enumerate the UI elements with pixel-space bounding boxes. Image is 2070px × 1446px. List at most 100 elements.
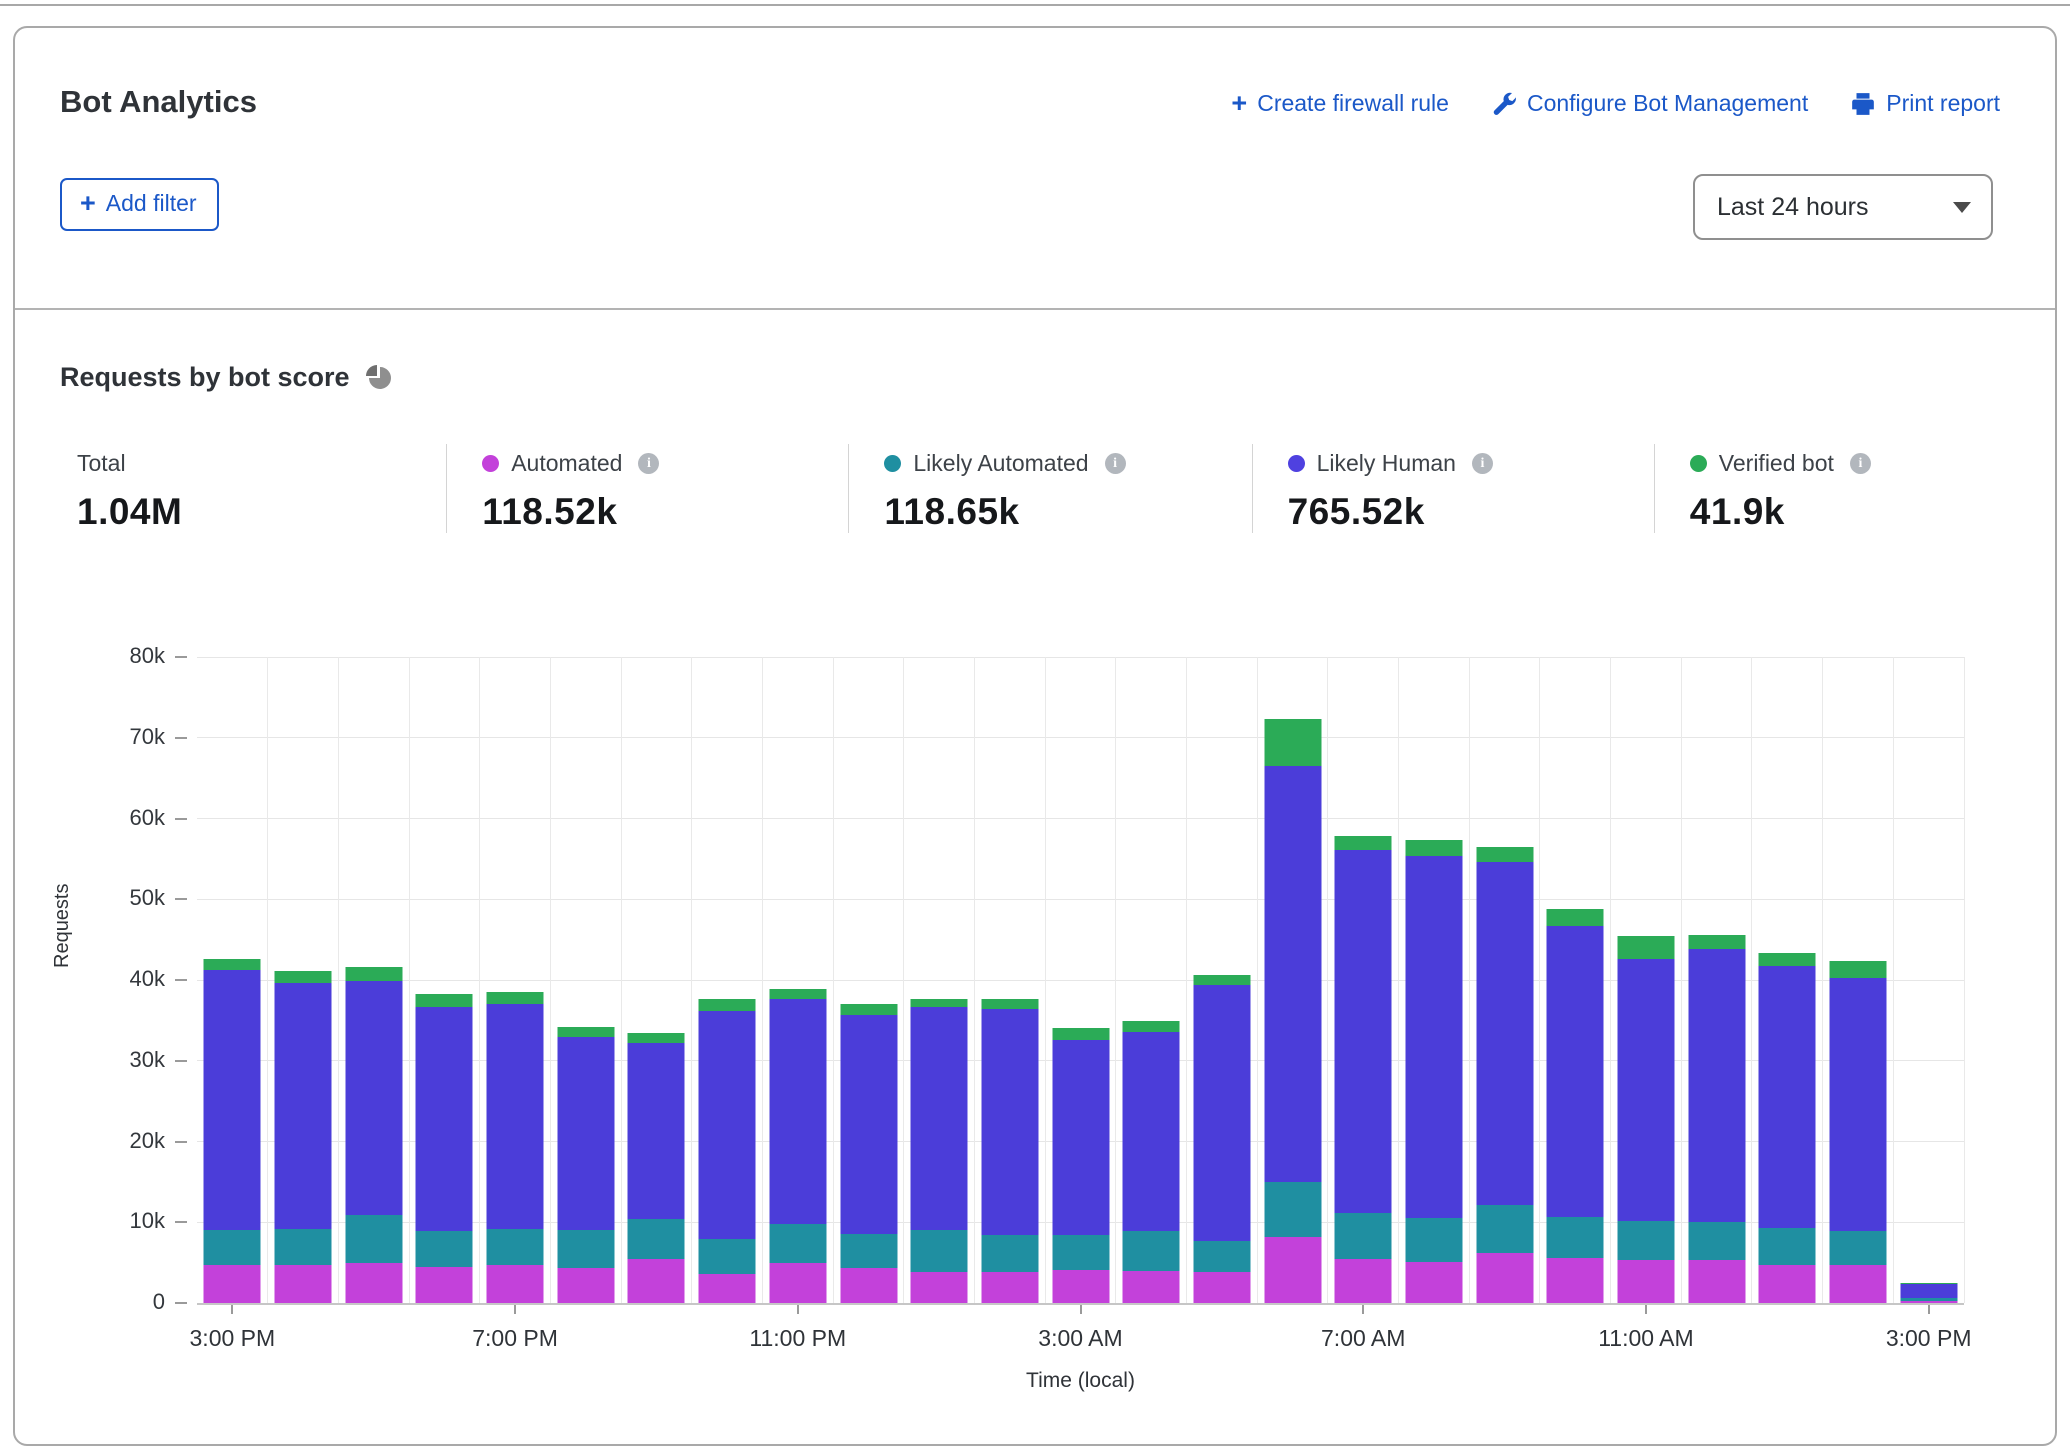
info-icon[interactable]: i <box>1472 453 1493 474</box>
bar-segment-likely-automated <box>1052 1235 1109 1270</box>
stacked-bar-900am[interactable] <box>1476 847 1533 1303</box>
y-axis-tick <box>175 656 187 658</box>
bar-segment-likely-human <box>1547 926 1604 1218</box>
bar-segment-automated <box>628 1259 685 1303</box>
bar-cell <box>338 657 409 1303</box>
print-report-link[interactable]: Print report <box>1850 90 2000 117</box>
header-actions: + Create firewall rule Configure Bot Man… <box>1231 90 2000 117</box>
section-title-row: Requests by bot score <box>60 362 392 393</box>
bar-segment-automated <box>840 1268 897 1303</box>
create-firewall-rule-label: Create firewall rule <box>1257 90 1449 117</box>
stacked-bar-700am[interactable] <box>1335 836 1392 1303</box>
bar-cell <box>1257 657 1328 1303</box>
bar-segment-likely-human <box>1900 1284 1957 1299</box>
x-axis-tick <box>231 1305 233 1314</box>
time-range-dropdown[interactable]: Last 24 hours <box>1693 174 1993 240</box>
bar-segment-likely-human <box>1830 978 1887 1232</box>
create-firewall-rule-link[interactable]: + Create firewall rule <box>1231 90 1449 117</box>
x-axis-tick <box>1362 1305 1364 1314</box>
stat-likely-automated-value: 118.65k <box>884 491 1251 533</box>
y-axis-label: 10k <box>95 1208 165 1234</box>
bar-segment-likely-automated <box>981 1235 1038 1271</box>
y-axis-tick <box>175 979 187 981</box>
stacked-bar-1000pm[interactable] <box>699 999 756 1303</box>
x-axis-title: Time (local) <box>931 1369 1231 1393</box>
stacked-bar-400am[interactable] <box>1123 1021 1180 1303</box>
stacked-bar-100am[interactable] <box>911 999 968 1303</box>
stat-likely-human-value: 765.52k <box>1288 491 1654 533</box>
y-axis-tick <box>175 818 187 820</box>
stacked-bar-300pm[interactable] <box>1900 1283 1957 1303</box>
bar-segment-verified-bot <box>345 967 402 981</box>
bar-segment-likely-human <box>204 970 261 1230</box>
bar-segment-automated <box>1264 1237 1321 1303</box>
stacked-bar-1200am[interactable] <box>840 1004 897 1303</box>
x-axis-label: 3:00 PM <box>152 1325 312 1352</box>
bar-cell <box>1823 657 1894 1303</box>
stacked-bar-600am[interactable] <box>1264 719 1321 1303</box>
x-axis-label: 11:00 AM <box>1566 1325 1726 1352</box>
stacked-bar-800am[interactable] <box>1406 840 1463 1303</box>
bar-segment-likely-automated <box>911 1230 968 1272</box>
bar-segment-verified-bot <box>628 1033 685 1043</box>
stacked-bar-1000am[interactable] <box>1547 909 1604 1303</box>
info-icon[interactable]: i <box>1105 453 1126 474</box>
bar-segment-verified-bot <box>699 999 756 1010</box>
y-axis-label: 20k <box>95 1128 165 1154</box>
bar-cell <box>268 657 339 1303</box>
stacked-bar-700pm[interactable] <box>487 992 544 1303</box>
bar-segment-automated <box>699 1274 756 1303</box>
y-axis-label: 50k <box>95 885 165 911</box>
stacked-bar-1100am[interactable] <box>1618 936 1675 1303</box>
bar-segment-verified-bot <box>1193 975 1250 985</box>
stacked-bar-600pm[interactable] <box>416 994 473 1303</box>
y-axis-tick <box>175 898 187 900</box>
bar-segment-verified-bot <box>1476 847 1533 862</box>
bar-segment-verified-bot <box>769 989 826 999</box>
stacked-bar-500am[interactable] <box>1193 975 1250 1303</box>
y-axis-tick <box>175 1060 187 1062</box>
bar-segment-likely-automated <box>1406 1218 1463 1262</box>
stat-total: Total 1.04M <box>15 444 446 533</box>
bar-segment-likely-automated <box>699 1239 756 1274</box>
stat-likely-automated-label: Likely Automated <box>913 450 1088 477</box>
bar-segment-automated <box>981 1272 1038 1303</box>
add-filter-button[interactable]: + Add filter <box>60 178 219 231</box>
stat-verified-bot: Verified bot i 41.9k <box>1654 444 2055 533</box>
bar-segment-automated <box>487 1265 544 1303</box>
y-axis-label: 40k <box>95 966 165 992</box>
bar-segment-automated <box>769 1263 826 1303</box>
bar-segment-automated <box>1830 1265 1887 1303</box>
bar-segment-verified-bot <box>1052 1028 1109 1040</box>
bar-segment-verified-bot <box>487 992 544 1004</box>
bar-segment-likely-automated <box>1264 1182 1321 1237</box>
stacked-bar-800pm[interactable] <box>557 1027 614 1303</box>
bar-segment-likely-human <box>1688 949 1745 1222</box>
x-axis-tick <box>1928 1305 1930 1314</box>
stacked-bar-1200pm[interactable] <box>1688 935 1745 1303</box>
stat-likely-human-label: Likely Human <box>1317 450 1456 477</box>
bar-segment-verified-bot <box>1759 953 1816 967</box>
stacked-bar-200am[interactable] <box>981 999 1038 1303</box>
y-axis-tick <box>175 737 187 739</box>
stacked-bar-100pm[interactable] <box>1759 953 1816 1303</box>
stacked-bar-400pm[interactable] <box>275 971 332 1303</box>
bar-cell <box>197 657 268 1303</box>
stacked-bar-900pm[interactable] <box>628 1033 685 1303</box>
stacked-bar-300pm[interactable] <box>204 959 261 1303</box>
configure-bot-management-link[interactable]: Configure Bot Management <box>1491 90 1808 117</box>
info-icon[interactable]: i <box>638 453 659 474</box>
bar-segment-likely-automated <box>1547 1217 1604 1257</box>
info-icon[interactable]: i <box>1850 453 1871 474</box>
stacked-bar-300am[interactable] <box>1052 1028 1109 1303</box>
stacked-bar-200pm[interactable] <box>1830 961 1887 1303</box>
bar-segment-automated <box>1406 1262 1463 1303</box>
bar-segment-verified-bot <box>1688 935 1745 950</box>
plus-icon: + <box>80 190 96 217</box>
bar-segment-verified-bot <box>1123 1021 1180 1031</box>
bar-segment-likely-automated <box>275 1229 332 1265</box>
stacked-bar-500pm[interactable] <box>345 967 402 1303</box>
stacked-bar-1100pm[interactable] <box>769 989 826 1303</box>
bar-segment-automated <box>1193 1272 1250 1303</box>
bar-segment-likely-automated <box>345 1215 402 1263</box>
